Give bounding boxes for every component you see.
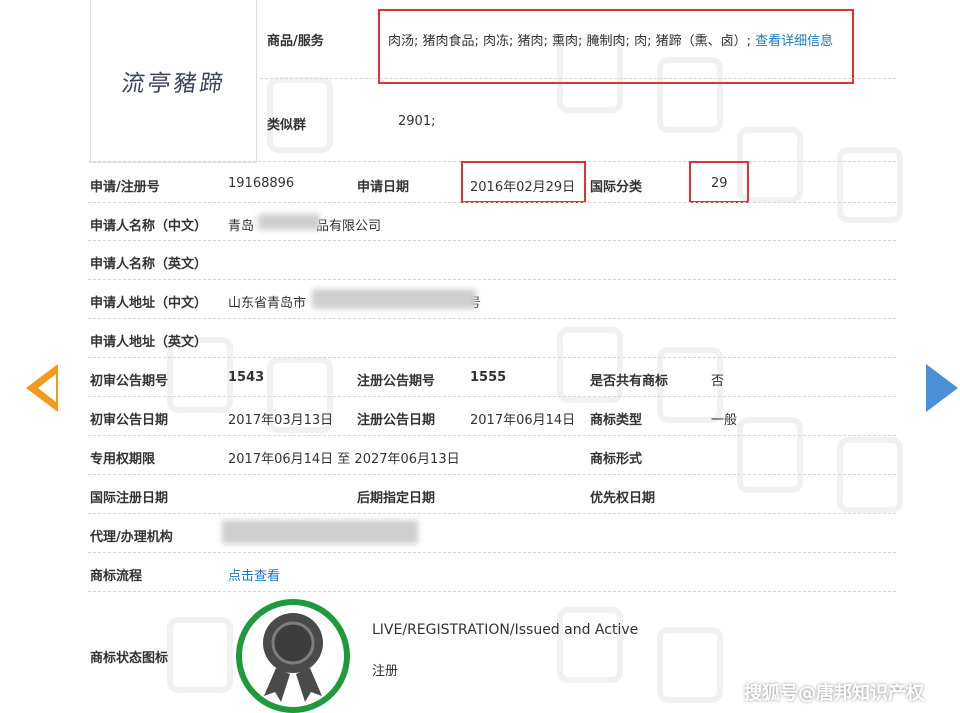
similar-group-value: 2901; xyxy=(398,114,436,129)
shared-mark-label: 是否共有商标 xyxy=(590,374,669,389)
redacted-text xyxy=(312,289,476,309)
trademark-logo: 流亭豬蹄 xyxy=(90,0,257,163)
exclusive-period-label: 专用权期限 xyxy=(90,452,156,467)
later-designation-date-label: 后期指定日期 xyxy=(357,491,436,506)
address-en-label: 申请人地址（英文） xyxy=(90,335,208,350)
intl-class-label: 国际分类 xyxy=(590,180,643,195)
divider xyxy=(88,513,896,514)
status-en-text: LIVE/REGISTRATION/Issued and Active xyxy=(372,622,639,638)
highlight-box-class xyxy=(689,161,749,203)
next-arrow-button[interactable] xyxy=(908,364,958,412)
mark-type-label: 商标类型 xyxy=(590,413,643,428)
status-cn-text: 注册 xyxy=(372,664,399,679)
priority-date-label: 优先权日期 xyxy=(590,491,656,506)
intl-reg-date-label: 国际注册日期 xyxy=(90,491,169,506)
divider xyxy=(88,357,896,358)
reg-pub-date-value: 2017年06月14日 xyxy=(470,413,576,428)
reg-number-value: 19168896 xyxy=(228,176,295,191)
reg-pub-date-label: 注册公告日期 xyxy=(357,413,436,428)
mark-form-label: 商标形式 xyxy=(590,452,643,467)
divider xyxy=(88,591,896,592)
footer-brand-watermark: 搜狐号@唐邦知识产权 xyxy=(744,683,924,704)
divider xyxy=(260,78,896,79)
similar-group-label: 类似群 xyxy=(267,118,307,133)
process-label: 商标流程 xyxy=(90,569,143,584)
registered-status-icon xyxy=(236,599,350,713)
agent-label: 代理/办理机构 xyxy=(90,530,173,545)
reg-pub-no-value: 1555 xyxy=(470,370,507,385)
reg-number-label: 申请/注册号 xyxy=(90,180,160,195)
trademark-logo-text: 流亭豬蹄 xyxy=(119,71,227,97)
goods-services-label: 商品/服务 xyxy=(267,34,324,49)
process-link[interactable]: 点击查看 xyxy=(228,565,280,584)
divider xyxy=(88,435,896,436)
trademark-detail-card: 流亭豬蹄 商品/服务 肉汤; 猪肉食品; 肉冻; 猪肉; 熏肉; 腌制肉; 肉;… xyxy=(88,0,896,713)
highlight-box-date xyxy=(461,161,586,203)
previous-arrow-button[interactable] xyxy=(26,364,58,412)
mark-type-value: 一般 xyxy=(711,413,738,428)
divider xyxy=(88,202,896,203)
prelim-pub-date-value: 2017年03月13日 xyxy=(228,413,334,428)
redacted-text xyxy=(222,520,418,544)
divider xyxy=(88,474,896,475)
divider xyxy=(88,552,896,553)
divider xyxy=(88,240,896,241)
address-cn-label: 申请人地址（中文） xyxy=(90,296,208,311)
prelim-pub-no-value: 1543 xyxy=(228,370,265,385)
prelim-pub-no-label: 初审公告期号 xyxy=(90,374,169,389)
divider xyxy=(88,396,896,397)
shared-mark-value: 否 xyxy=(711,374,725,389)
application-date-label: 申请日期 xyxy=(357,180,410,195)
applicant-en-label: 申请人名称（英文） xyxy=(90,257,208,272)
divider xyxy=(88,318,896,319)
divider xyxy=(88,279,896,280)
applicant-cn-label: 申请人名称（中文） xyxy=(90,219,208,234)
highlight-box-goods xyxy=(378,9,854,84)
exclusive-period-value: 2017年06月14日 至 2027年06月13日 xyxy=(228,452,460,467)
prelim-pub-date-label: 初审公告日期 xyxy=(90,413,169,428)
redacted-text xyxy=(258,214,320,230)
reg-pub-no-label: 注册公告期号 xyxy=(357,374,436,389)
status-icon-label: 商标状态图标 xyxy=(90,651,169,666)
